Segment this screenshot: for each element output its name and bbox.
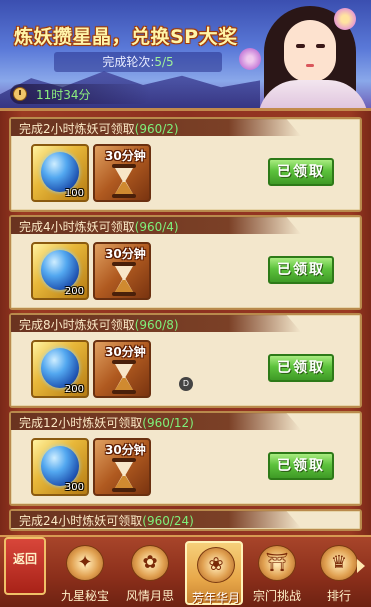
item-duration: 30分钟 <box>105 345 146 359</box>
reward-progress: (960/2) <box>134 122 179 136</box>
reward-card: 完成2小时炼妖可领取(960/2) 100 30分钟 已领取 <box>9 117 362 212</box>
tab-ranking[interactable]: ♛ 排行 <box>310 541 368 605</box>
reward-header: 完成2小时炼妖可领取(960/2) <box>11 119 301 136</box>
star-crystal-item[interactable]: 300 <box>31 438 89 496</box>
reward-title: 完成8小时炼妖可领取 <box>19 318 135 332</box>
hair-ornament-icon <box>334 8 356 30</box>
blue-gem-icon <box>41 446 79 486</box>
scroll-right-icon[interactable] <box>357 559 365 573</box>
tab-label: 宗门挑战 <box>252 589 301 603</box>
tab-label: 芳年华月 <box>191 591 240 605</box>
tab-fengqing-yuesi[interactable]: ✿ 风情月思 <box>121 541 179 605</box>
hourglass-icon <box>112 164 136 198</box>
reward-panel: 完成2小时炼妖可领取(960/2) 100 30分钟 已领取 完成4小时炼妖可领… <box>0 108 371 535</box>
reward-card: 完成24小时炼妖可领取(960/24) <box>9 509 362 531</box>
claimed-button[interactable]: 已领取 <box>268 158 334 186</box>
reward-title: 完成12小时炼妖可领取 <box>19 416 143 430</box>
claimed-button[interactable]: 已领取 <box>268 452 334 480</box>
reward-title: 完成2小时炼妖可领取 <box>19 122 135 136</box>
item-quantity: 100 <box>64 188 84 199</box>
rounds-counter: 完成轮次:5/5 <box>54 52 222 72</box>
reward-header: 完成12小时炼妖可领取(960/12) <box>11 413 301 430</box>
blue-gem-icon <box>41 152 79 192</box>
claimed-button[interactable]: 已领取 <box>268 354 334 382</box>
reward-card: 完成4小时炼妖可领取(960/4) 200 30分钟 已领取 <box>9 215 362 310</box>
bottom-nav: 返回 ✦ 九星秘宝 ✿ 风情月思 ❀ 芳年华月 ⛩ 宗门挑战 ♛ 排行 <box>0 535 371 607</box>
time-boost-item[interactable]: 30分钟 <box>93 438 151 496</box>
star-crystal-item[interactable]: 100 <box>31 144 89 202</box>
item-duration: 30分钟 <box>105 247 146 261</box>
debug-marker: D <box>179 377 193 391</box>
claimed-button[interactable]: 已领取 <box>268 256 334 284</box>
reward-card: 完成12小时炼妖可领取(960/12) 300 30分钟 已领取 <box>9 411 362 506</box>
reward-header: 完成4小时炼妖可领取(960/4) <box>11 217 301 234</box>
tab-zongmen-challenge[interactable]: ⛩ 宗门挑战 <box>248 541 306 605</box>
time-boost-item[interactable]: 30分钟 <box>93 144 151 202</box>
rounds-label: 完成轮次: <box>102 55 155 69</box>
item-quantity: 200 <box>64 384 84 395</box>
hourglass-icon <box>112 360 136 394</box>
tab-label: 九星秘宝 <box>60 589 109 603</box>
countdown-text: 11时34分 <box>36 88 91 102</box>
reward-list[interactable]: 完成2小时炼妖可领取(960/2) 100 30分钟 已领取 完成4小时炼妖可领… <box>9 117 362 537</box>
star-crystal-item[interactable]: 200 <box>31 340 89 398</box>
hourglass-icon <box>112 262 136 296</box>
tab-label: 风情月思 <box>125 589 174 603</box>
time-boost-item[interactable]: 30分钟 <box>93 242 151 300</box>
reward-title: 完成24小时炼妖可领取 <box>19 514 143 528</box>
reward-title: 完成4小时炼妖可领取 <box>19 220 135 234</box>
star-crystal-item[interactable]: 200 <box>31 242 89 300</box>
item-quantity: 200 <box>64 286 84 297</box>
item-duration: 30分钟 <box>105 443 146 457</box>
event-banner: 炼妖攒星晶，兑换SP大奖 完成轮次:5/5 11时34分 <box>0 0 371 108</box>
item-quantity: 300 <box>64 482 84 493</box>
character-portrait <box>246 0 371 108</box>
blue-gem-icon <box>41 250 79 290</box>
back-label: 返回 <box>12 552 37 566</box>
time-boost-item[interactable]: 30分钟 <box>93 340 151 398</box>
reward-progress: (960/12) <box>142 416 194 430</box>
reward-progress: (960/24) <box>142 514 194 528</box>
tab-jiuxing-treasure[interactable]: ✦ 九星秘宝 <box>56 541 114 605</box>
clock-icon <box>13 87 27 101</box>
reward-progress: (960/4) <box>134 220 179 234</box>
blue-gem-icon <box>41 348 79 388</box>
reward-card: 完成8小时炼妖可领取(960/8) 200 30分钟 已领取 <box>9 313 362 408</box>
event-title: 炼妖攒星晶，兑换SP大奖 <box>14 26 238 48</box>
reward-progress: (960/8) <box>134 318 179 332</box>
countdown-timer: 11时34分 <box>10 84 150 104</box>
back-button[interactable]: 返回 <box>4 537 46 595</box>
item-duration: 30分钟 <box>105 149 146 163</box>
reward-header: 完成24小时炼妖可领取(960/24) <box>11 511 301 528</box>
hourglass-icon <box>112 458 136 492</box>
tab-fangnian-huayue[interactable]: ❀ 芳年华月 <box>185 541 243 605</box>
rounds-value: 5/5 <box>154 55 174 69</box>
tab-label: 排行 <box>326 589 351 603</box>
reward-header: 完成8小时炼妖可领取(960/8) <box>11 315 301 332</box>
